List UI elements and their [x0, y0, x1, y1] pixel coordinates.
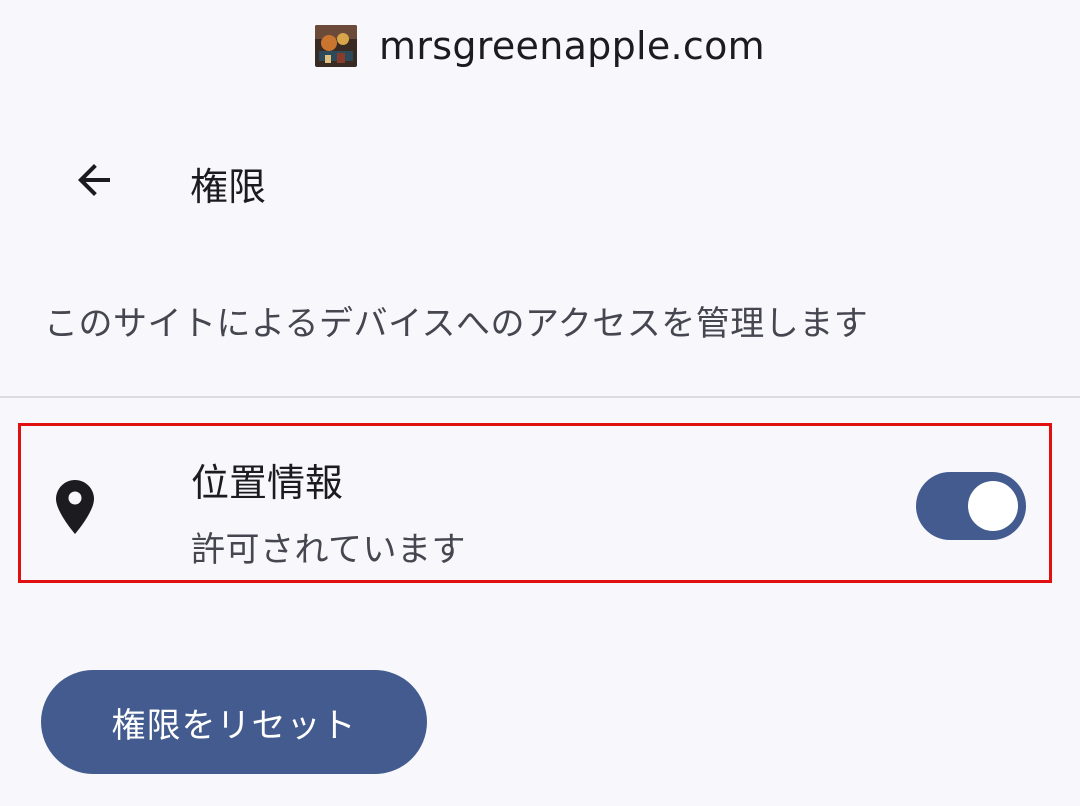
location-pin-icon — [56, 480, 94, 534]
site-domain: mrsgreenapple.com — [379, 24, 765, 68]
permission-title: 位置情報 — [191, 461, 344, 505]
back-button[interactable] — [54, 140, 134, 220]
divider — [0, 396, 1080, 398]
toggle-thumb — [968, 481, 1018, 531]
permissions-description: このサイトによるデバイスへのアクセスを管理します — [44, 304, 869, 344]
permission-row-location[interactable]: 位置情報 許可されています — [18, 423, 1052, 583]
reset-permissions-button[interactable]: 権限をリセット — [41, 670, 427, 774]
location-toggle[interactable] — [916, 472, 1026, 540]
permission-status: 許可されています — [191, 530, 466, 570]
app-bar: 権限 — [0, 138, 1080, 222]
site-header: mrsgreenapple.com — [0, 20, 1080, 72]
arrow-back-icon — [78, 164, 110, 196]
site-settings-page: mrsgreenapple.com 権限 このサイトによるデバイスへのアクセスを… — [0, 0, 1080, 806]
site-favicon-icon — [315, 25, 357, 67]
page-title: 権限 — [190, 165, 267, 209]
